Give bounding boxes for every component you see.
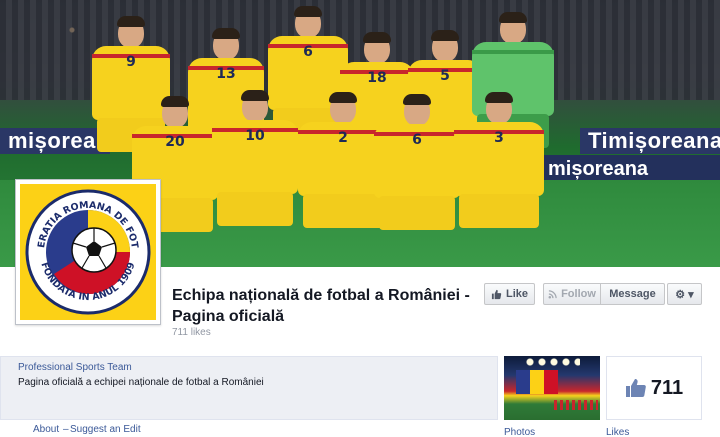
- ad-board-right-lower: mișoreana: [540, 155, 720, 183]
- page-category-link[interactable]: Professional Sports Team: [18, 362, 132, 373]
- player-number: 6: [303, 44, 313, 60]
- link-separator: –: [63, 424, 69, 435]
- rss-icon: [548, 289, 557, 298]
- page-title[interactable]: Echipa națională de fotbal a României - …: [172, 285, 472, 327]
- player-number: 3: [494, 130, 504, 146]
- crest-logo: FEDERATIA ROMANA DE FOTBAL FONDATA IN AN…: [24, 188, 151, 315]
- photos-link[interactable]: Photos: [504, 427, 535, 437]
- likes-number: 711: [650, 376, 684, 399]
- player-number: 2: [338, 130, 348, 146]
- like-label: Like: [505, 288, 528, 300]
- message-label: Message: [609, 288, 656, 300]
- ad-board-right: Timișoreana: [580, 128, 720, 154]
- thumbs-up-icon: [625, 379, 646, 397]
- likes-count-text: 711 likes: [172, 327, 211, 338]
- suggest-edit-link[interactable]: Suggest an Edit: [70, 424, 141, 435]
- thumbs-up-icon: [491, 289, 502, 299]
- player-number: 5: [440, 68, 450, 84]
- player-number: 18: [367, 70, 387, 86]
- follow-label: Follow: [561, 288, 596, 300]
- gear-icon: ⚙ ▾: [675, 288, 694, 301]
- page-description: Pagina oficială a echipei naționale de f…: [18, 377, 264, 388]
- likes-link[interactable]: Likes: [606, 427, 629, 437]
- frf-crest: FEDERATIA ROMANA DE FOTBAL FONDATA IN AN…: [20, 184, 156, 320]
- player-number: 13: [216, 66, 236, 82]
- like-button[interactable]: Like: [484, 283, 535, 305]
- player-number: 9: [126, 54, 136, 70]
- player: 10: [212, 90, 298, 267]
- player: 3: [454, 92, 544, 267]
- settings-dropdown-button[interactable]: ⚙ ▾: [667, 283, 702, 305]
- message-button[interactable]: Message: [601, 283, 665, 305]
- player-number: 10: [245, 128, 265, 144]
- photos-thumbnail[interactable]: [504, 356, 600, 420]
- about-link[interactable]: About: [33, 424, 59, 435]
- player-number: 6: [412, 132, 422, 148]
- follow-button[interactable]: Follow: [543, 283, 601, 305]
- likes-tile[interactable]: 711: [606, 356, 702, 420]
- profile-picture[interactable]: FEDERATIA ROMANA DE FOTBAL FONDATA IN AN…: [15, 179, 161, 325]
- player: 6: [374, 94, 460, 267]
- player-number: 20: [165, 134, 185, 150]
